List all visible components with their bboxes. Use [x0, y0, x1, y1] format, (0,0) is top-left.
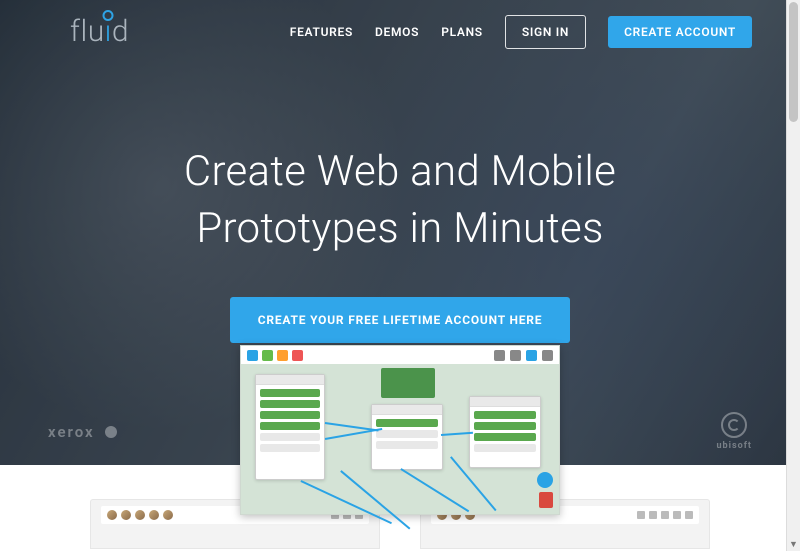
nav-plans[interactable]: PLANS	[441, 25, 483, 39]
settings-icon[interactable]	[494, 350, 505, 361]
brand-ubisoft: UBISOFT	[717, 412, 752, 451]
product-preview	[240, 345, 560, 515]
hero-title-line2: Prototypes in Minutes	[196, 204, 603, 253]
toolbar-icon	[661, 511, 669, 519]
nav-demos[interactable]: DEMOS	[375, 25, 419, 39]
brand-xerox: xerox	[48, 423, 117, 441]
prototype-screen[interactable]	[255, 374, 325, 480]
avatar	[107, 510, 117, 520]
trash-icon[interactable]	[539, 492, 553, 508]
sticky-note[interactable]	[381, 368, 435, 398]
hero-title-line1: Create Web and Mobile	[184, 147, 616, 196]
preview-toolbar	[241, 346, 559, 364]
toolbar-icon	[685, 511, 693, 519]
hero-content: Create Web and Mobile Prototypes in Minu…	[0, 49, 800, 343]
avatar	[163, 510, 173, 520]
tool-icon[interactable]	[247, 350, 258, 361]
share-icon[interactable]	[526, 350, 537, 361]
avatar	[135, 510, 145, 520]
toolbar-icon	[649, 511, 657, 519]
prototype-screen[interactable]	[469, 396, 541, 468]
hero-title: Create Web and Mobile Prototypes in Minu…	[0, 144, 800, 257]
scroll-down-arrow-icon[interactable]: ▼	[787, 537, 800, 551]
prototype-screen[interactable]	[371, 404, 443, 470]
avatar	[121, 510, 131, 520]
tool-icon[interactable]	[262, 350, 273, 361]
cta-create-free-account[interactable]: CREATE YOUR FREE LIFETIME ACCOUNT HERE	[230, 297, 571, 343]
connector-line	[401, 468, 470, 512]
cta-wrap: CREATE YOUR FREE LIFETIME ACCOUNT HERE	[0, 297, 800, 343]
toolbar-icon	[637, 511, 645, 519]
create-account-button[interactable]: CREATE ACCOUNT	[608, 16, 752, 48]
ubisoft-swirl-icon	[721, 412, 747, 438]
site-header: fluıd FEATURES DEMOS PLANS SIGN IN CREAT…	[0, 0, 800, 49]
preview-left-icons	[247, 350, 303, 361]
logo[interactable]: fluıd	[70, 14, 129, 49]
tool-icon[interactable]	[292, 350, 303, 361]
menu-icon[interactable]	[542, 350, 553, 361]
nav-features[interactable]: FEATURES	[290, 25, 353, 39]
primary-nav: FEATURES DEMOS PLANS SIGN IN CREATE ACCO…	[290, 15, 752, 49]
tool-icon[interactable]	[277, 350, 288, 361]
toolbar-icon	[673, 511, 681, 519]
chat-badge-icon[interactable]	[537, 472, 553, 488]
user-icon[interactable]	[510, 350, 521, 361]
signin-button[interactable]: SIGN IN	[505, 15, 586, 49]
avatar	[149, 510, 159, 520]
preview-right-icons	[494, 350, 553, 361]
